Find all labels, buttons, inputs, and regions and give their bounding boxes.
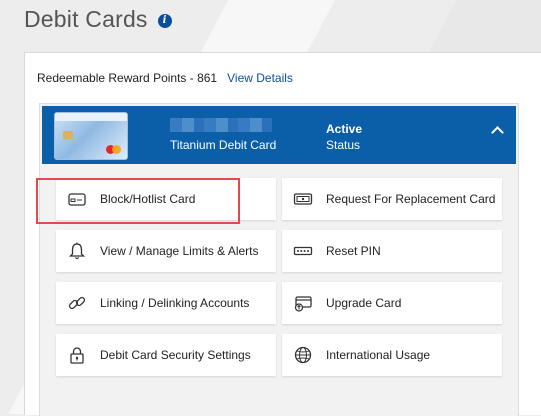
manage-limits-alerts-button[interactable]: View / Manage Limits & Alerts — [56, 230, 276, 272]
globe-icon — [292, 344, 314, 366]
card-name: Titanium Debit Card — [170, 138, 277, 152]
action-label: Debit Card Security Settings — [100, 348, 251, 362]
upgrade-card-icon — [292, 292, 314, 314]
bell-icon — [66, 240, 88, 262]
card-image — [54, 112, 128, 160]
action-label: Request For Replacement Card — [326, 192, 496, 206]
chevron-up-icon[interactable] — [491, 126, 504, 139]
card-status-value: Active — [326, 122, 363, 136]
view-details-link[interactable]: View Details — [227, 71, 293, 85]
action-label: Block/Hotlist Card — [100, 192, 196, 206]
card-icon — [66, 188, 88, 210]
page-title-text: Debit Cards — [24, 6, 148, 32]
debit-cards-panel: Redeemable Reward Points - 861 View Deta… — [24, 52, 541, 416]
link-icon — [66, 292, 88, 314]
block-hotlist-card-button[interactable]: Block/Hotlist Card — [56, 178, 276, 220]
card-actions-grid: Block/Hotlist Card Request For Replaceme… — [56, 178, 502, 376]
page-title: Debit Cards i — [24, 6, 172, 33]
security-settings-button[interactable]: Debit Card Security Settings — [56, 334, 276, 376]
card-status-label: Status — [326, 138, 361, 152]
action-label: Linking / Delinking Accounts — [100, 296, 250, 310]
action-label: Upgrade Card — [326, 296, 402, 310]
international-usage-button[interactable]: International Usage — [282, 334, 502, 376]
card-outline-icon — [292, 188, 314, 210]
linking-delinking-accounts-button[interactable]: Linking / Delinking Accounts — [56, 282, 276, 324]
reward-points-row: Redeemable Reward Points - 861 View Deta… — [37, 71, 293, 85]
action-label: Reset PIN — [326, 244, 381, 258]
reward-points-label: Redeemable Reward Points - 861 — [37, 71, 218, 85]
request-replacement-card-button[interactable]: Request For Replacement Card — [282, 178, 502, 220]
upgrade-card-button[interactable]: Upgrade Card — [282, 282, 502, 324]
pin-dots-icon — [292, 240, 314, 262]
action-label: View / Manage Limits & Alerts — [100, 244, 259, 258]
card-header[interactable]: Titanium Debit Card Active Status — [42, 106, 516, 164]
lock-icon — [66, 344, 88, 366]
reset-pin-button[interactable]: Reset PIN — [282, 230, 502, 272]
action-label: International Usage — [326, 348, 431, 362]
info-icon[interactable]: i — [157, 13, 172, 28]
card-section: Titanium Debit Card Active Status Block/… — [39, 103, 519, 416]
masked-card-number — [170, 118, 272, 132]
